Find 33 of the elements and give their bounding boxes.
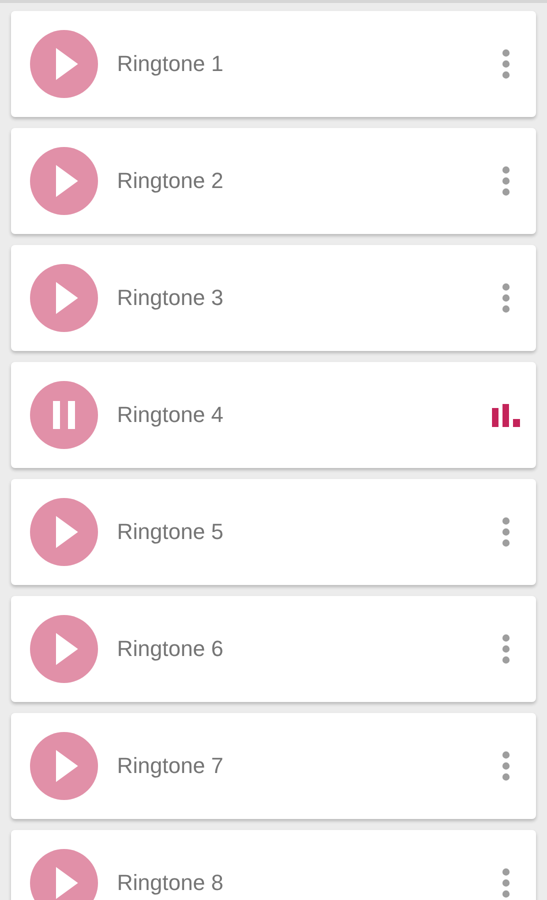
- play-icon: [56, 165, 78, 197]
- ringtone-card[interactable]: Ringtone 8: [11, 830, 536, 900]
- ringtone-name: Ringtone 8: [117, 870, 224, 896]
- play-icon: [56, 282, 78, 314]
- play-icon: [56, 48, 78, 80]
- more-vertical-icon: [502, 751, 510, 781]
- ringtone-name: Ringtone 3: [117, 285, 224, 311]
- ringtone-card[interactable]: Ringtone 6: [11, 596, 536, 702]
- play-icon: [56, 633, 78, 665]
- more-vertical-icon: [502, 634, 510, 664]
- ringtone-name: Ringtone 6: [117, 636, 224, 662]
- more-vertical-icon: [502, 49, 510, 79]
- ringtone-name: Ringtone 4: [117, 402, 224, 428]
- play-icon: [56, 516, 78, 548]
- more-vertical-icon: [502, 517, 510, 547]
- ringtone-name: Ringtone 1: [117, 51, 224, 77]
- ringtone-card[interactable]: Ringtone 3: [11, 245, 536, 351]
- ringtone-card[interactable]: Ringtone 7: [11, 713, 536, 819]
- ringtone-card[interactable]: Ringtone 2: [11, 128, 536, 234]
- ringtone-name: Ringtone 5: [117, 519, 224, 545]
- ringtone-card[interactable]: Ringtone 4: [11, 362, 536, 468]
- pause-icon: [53, 401, 75, 429]
- play-icon: [56, 750, 78, 782]
- play-icon: [56, 867, 78, 899]
- play-button[interactable]: [30, 849, 98, 900]
- ringtone-card[interactable]: Ringtone 5: [11, 479, 536, 585]
- ringtone-name: Ringtone 7: [117, 753, 224, 779]
- equalizer-icon: [492, 404, 520, 426]
- more-vertical-icon: [502, 868, 510, 898]
- ringtone-card[interactable]: Ringtone 1: [11, 11, 536, 117]
- ringtone-name: Ringtone 2: [117, 168, 224, 194]
- more-vertical-icon: [502, 166, 510, 196]
- more-vertical-icon: [502, 283, 510, 313]
